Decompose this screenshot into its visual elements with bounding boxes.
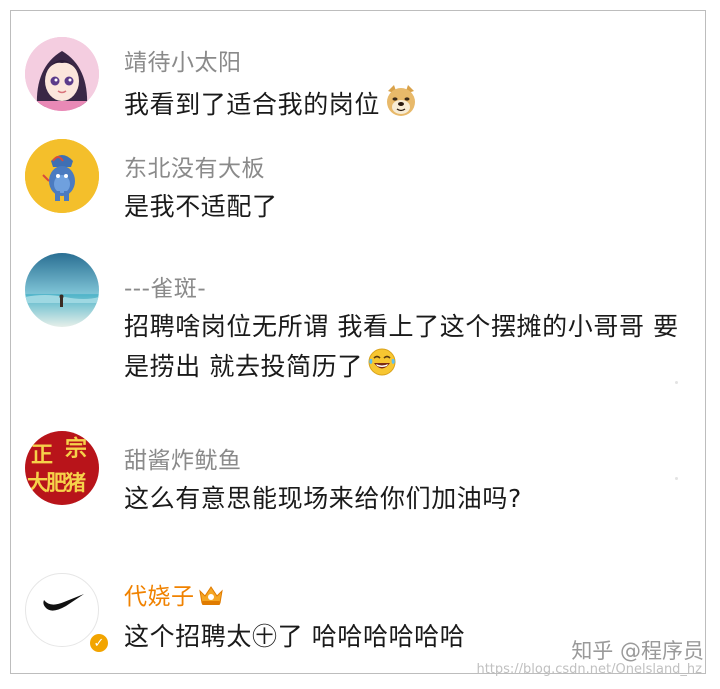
comment-item: 靖待小太阳 我看到了适合我的岗位 (11, 25, 705, 119)
decorative-dot (675, 477, 678, 480)
decorative-dot (675, 381, 678, 384)
comment-item: 正 宗 大肥猪 甜酱炸鱿鱼 这么有意思能现场来给你们加油吗? (11, 419, 705, 529)
comment-text-content: 我看到了适合我的岗位 (124, 90, 381, 119)
avatar[interactable]: 正 宗 大肥猪 (25, 431, 99, 505)
avatar[interactable]: ✓ (25, 573, 110, 654)
doge-emoji-icon (384, 83, 418, 129)
circled-emoji-icon: ㊉ (252, 622, 278, 651)
avatar-text: 大肥猪 (27, 471, 86, 495)
comment-text-content: 招聘啥岗位无所谓 我看上了这个摆摊的小哥哥 要是捞出 就去投简历了 (124, 312, 679, 381)
comment-text: 是我不适配了 (124, 192, 278, 221)
comment-username-text: 代娆子 (124, 584, 195, 610)
verified-badge-icon: ✓ (88, 632, 110, 654)
laugh-cry-emoji-icon (367, 347, 397, 389)
nike-swoosh-icon (43, 594, 84, 611)
crown-icon (197, 583, 225, 613)
comment-text-before: 这个招聘太 (124, 622, 253, 651)
comment-text: 这么有意思能现场来给你们加油吗? (124, 484, 522, 513)
comment-username[interactable]: 甜酱炸鱿鱼 (124, 441, 242, 475)
comment-username[interactable]: ---雀斑- (124, 269, 206, 303)
comment-text-after: 了 哈哈哈哈哈哈 (277, 622, 466, 651)
comment-item: 东北没有大板 是我不适配了 (11, 133, 705, 223)
avatar-text: 正 (31, 443, 54, 468)
watermark-brand: 知乎 @程序员 (571, 639, 704, 663)
comment-item: ---雀斑- 招聘啥岗位无所谓 我看上了这个摆摊的小哥哥 要是捞出 就去投简历了 (11, 247, 705, 397)
comment-username[interactable]: 东北没有大板 (124, 149, 265, 183)
comment-username[interactable]: 代娆子 (124, 577, 225, 613)
avatar[interactable] (25, 37, 99, 111)
comment-list: 靖待小太阳 我看到了适合我的岗位 东北没有大板 是我不适配了 ---雀斑- 招聘… (10, 10, 706, 674)
comment-text: 招聘啥岗位无所谓 我看上了这个摆摊的小哥哥 要是捞出 就去投简历了 (124, 307, 684, 389)
comment-username[interactable]: 靖待小太阳 (124, 43, 242, 77)
avatar[interactable] (25, 139, 99, 213)
avatar-text: 宗 (65, 437, 88, 462)
comment-text: 我看到了适合我的岗位 (124, 83, 684, 129)
avatar[interactable] (25, 253, 99, 327)
